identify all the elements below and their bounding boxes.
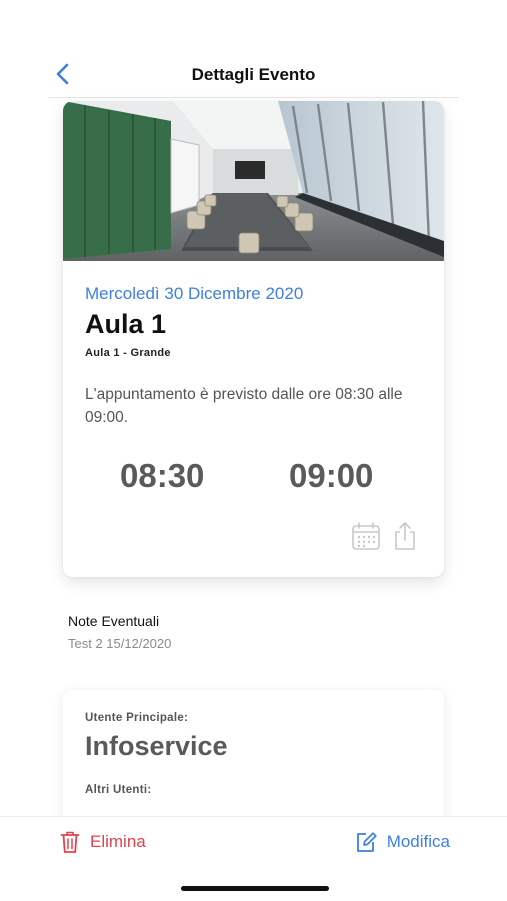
main-user-label: Utente Principale: <box>85 712 189 724</box>
delete-button[interactable]: Elimina <box>60 827 146 857</box>
share-icon <box>395 522 415 550</box>
start-time: 08:30 <box>120 457 205 494</box>
main-user-value: Infoservice <box>85 731 228 761</box>
users-card: Utente Principale: Infoservice Altri Ute… <box>63 690 444 830</box>
nav-divider <box>48 97 459 98</box>
edit-icon <box>356 832 377 852</box>
room-photo <box>63 101 444 261</box>
trash-icon <box>60 831 80 853</box>
notes-label: Note Eventuali <box>68 613 160 629</box>
end-time: 09:00 <box>289 457 374 494</box>
room-subtitle: Aula 1 - Grande <box>85 347 171 359</box>
delete-label: Elimina <box>90 832 146 851</box>
calendar-add-icon <box>352 522 380 550</box>
event-card: Mercoledì 30 Dicembre 2020 Aula 1 Aula 1… <box>63 101 444 577</box>
home-indicator <box>181 886 329 891</box>
edit-button[interactable]: Modifica <box>355 827 450 857</box>
notes-value: Test 2 15/12/2020 <box>68 636 172 651</box>
navigation-bar: Dettagli Evento <box>0 52 507 98</box>
event-date: Mercoledì 30 Dicembre 2020 <box>85 284 304 303</box>
room-title: Aula 1 <box>85 309 167 339</box>
bottom-toolbar: Elimina Modifica <box>0 816 507 901</box>
edit-label: Modifica <box>386 832 450 851</box>
add-to-calendar-button[interactable] <box>351 520 381 552</box>
page-title: Dettagli Evento <box>191 65 316 84</box>
share-button[interactable] <box>390 520 420 552</box>
other-users-label: Altri Utenti: <box>85 784 152 796</box>
event-description: L'appuntamento è previsto dalle ore 08:3… <box>85 386 403 426</box>
